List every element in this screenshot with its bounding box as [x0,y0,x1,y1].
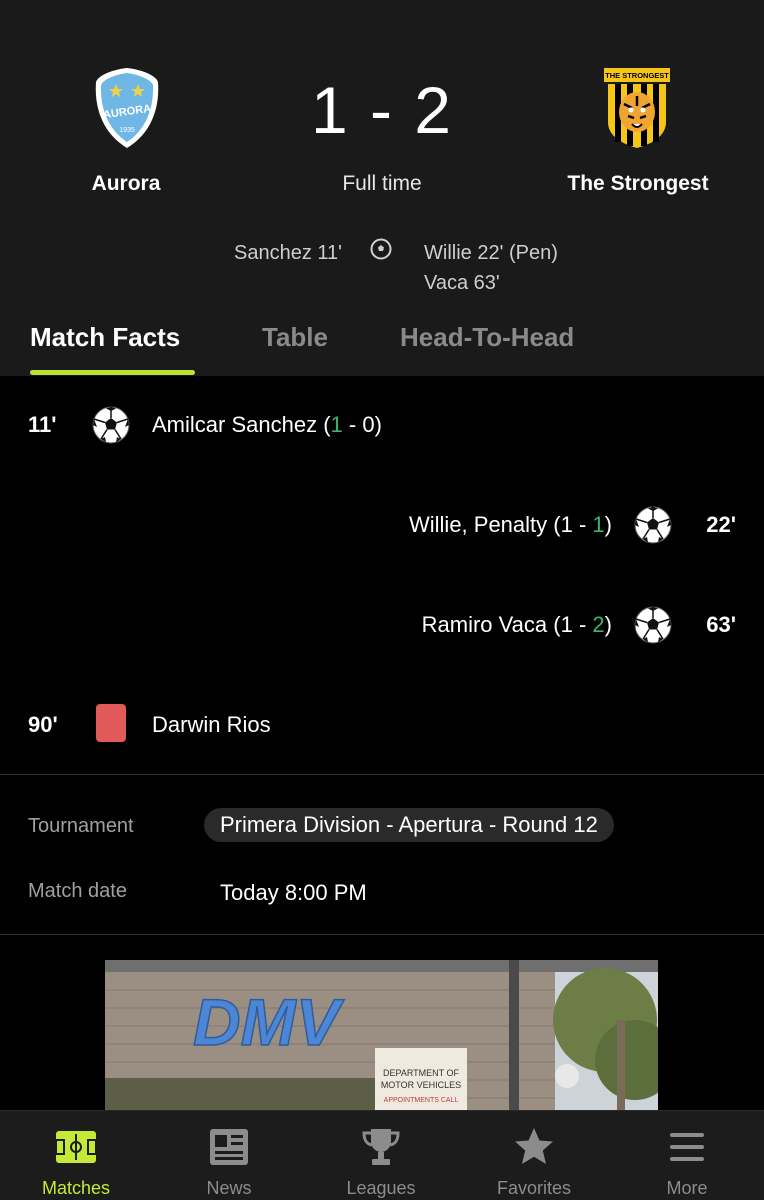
pitch-icon [55,1131,97,1163]
home-team-name[interactable]: Aurora [0,172,256,196]
nav-news[interactable]: News [153,1111,305,1200]
event-score-away: 0 [362,412,375,437]
event-player: Amilcar Sanchez [152,412,318,437]
event-minute: 63' [706,612,736,637]
away-scorer: Willie 22' (Pen) [424,242,558,264]
divider [0,934,764,935]
nav-label: Matches [41,1178,111,1198]
nav-matches[interactable]: Matches [0,1111,152,1200]
event-player: Ramiro Vaca [421,612,548,637]
svg-text:THE STRONGEST: THE STRONGEST [605,71,669,80]
event-score-home: 1 [560,512,573,537]
goal-ball-icon [370,238,392,260]
event-score-away: 1 [592,512,605,537]
tab-table[interactable]: Table [262,322,328,376]
trophy-icon [362,1129,400,1165]
nav-favorites[interactable]: Favorites [458,1111,610,1200]
svg-text:APPOINTMENTS CALL: APPOINTMENTS CALL [384,1097,459,1104]
event-goal-away[interactable]: Ramiro Vaca (1 - 2) 63' [0,596,764,656]
event-goal-away[interactable]: Willie, Penalty (1 - 1) 22' [0,496,764,556]
nav-label: Leagues [346,1178,416,1198]
nav-label: Favorites [496,1178,572,1198]
home-scorers: Sanchez 11' [234,238,342,268]
the-strongest-crest-icon[interactable]: THE STRONGEST [602,66,672,150]
aurora-crest-icon[interactable]: AURORA 1935 [92,66,162,150]
tournament-label: Tournament [28,815,134,837]
event-minute: 11' [28,412,57,437]
svg-text:1935: 1935 [119,127,135,134]
svg-text:MOTOR VEHICLES: MOTOR VEHICLES [381,1080,461,1090]
score-open-paren: ( [547,612,561,637]
svg-text:DMV: DMV [193,985,345,1059]
event-description: Willie, Penalty (1 - 1) [409,512,612,538]
score-open-paren: ( [547,512,561,537]
away-scorer: Vaca 63' [424,272,500,294]
match-score: 1 - 2 [310,73,454,147]
menu-icon [670,1133,704,1161]
away-team-name[interactable]: The Strongest [508,172,764,196]
score-close-paren: ) [604,512,612,537]
tournament-pill[interactable]: Primera Division - Apertura - Round 12 [204,808,614,842]
red-card-icon [96,704,126,742]
tab-head-to-head[interactable]: Head-To-Head [400,322,574,376]
event-score-home: 1 [560,612,573,637]
event-score-away: 2 [592,612,605,637]
event-red-card[interactable]: 90' Darwin Rios [0,696,764,756]
nav-leagues[interactable]: Leagues [305,1111,457,1200]
match-date-label: Match date [28,880,127,902]
score-close-paren: ) [374,412,382,437]
score-close-paren: ) [604,612,612,637]
event-score-home: 1 [330,412,343,437]
nav-label: More [666,1178,708,1198]
soccer-ball-icon [634,506,672,544]
divider [0,774,764,775]
event-minute: 90' [28,712,58,737]
nav-label: News [206,1178,252,1198]
match-header: AURORA 1935 Aurora 1 - 2 Full time THE S… [0,0,764,376]
score-separator: - [342,412,363,437]
home-scorer: Sanchez 11' [234,242,342,264]
newspaper-icon [210,1129,248,1165]
score-separator: - [572,512,593,537]
bottom-nav: Matches News Leagues Favorites More [0,1110,764,1200]
active-tab-indicator [30,370,195,375]
match-status: Full time [342,172,422,195]
match-date-value: Today 8:00 PM [220,880,367,905]
svg-text:DEPARTMENT OF: DEPARTMENT OF [383,1068,460,1078]
news-image[interactable]: DMV DEPARTMENT OF MOTOR VEHICLES APPOINT… [105,960,658,1110]
event-description: Amilcar Sanchez (1 - 0) [152,412,382,438]
tab-match-facts[interactable]: Match Facts [30,322,180,376]
match-tabs: Match Facts Table Head-To-Head [0,322,764,376]
event-goal-home[interactable]: 11' Amilcar Sanchez (1 - 0) [0,396,764,456]
star-icon [515,1128,553,1164]
soccer-ball-icon [634,606,672,644]
away-scorers: Willie 22' (Pen) Vaca 63' [424,238,558,298]
event-player: Willie, Penalty [409,512,548,537]
score-open-paren: ( [317,412,331,437]
event-minute: 22' [706,512,736,537]
soccer-ball-icon [92,406,130,444]
score-separator: - [572,612,593,637]
nav-more[interactable]: More [611,1111,763,1200]
event-description: Ramiro Vaca (1 - 2) [422,612,612,638]
event-player: Darwin Rios [152,712,271,737]
